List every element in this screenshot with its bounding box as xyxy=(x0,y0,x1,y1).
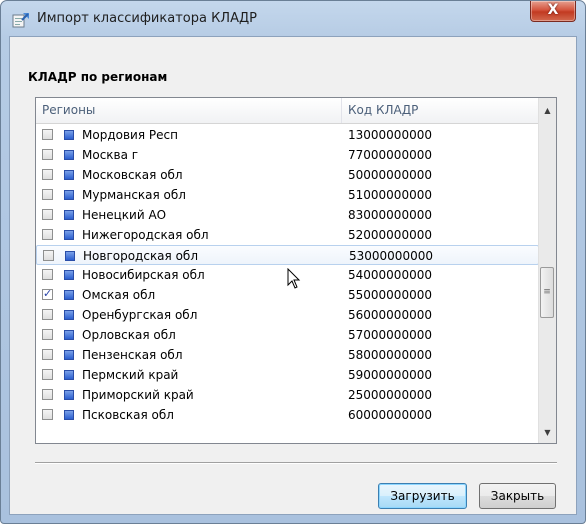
blue-square-icon xyxy=(64,150,74,160)
region-name: Пензенская обл xyxy=(82,348,183,362)
blue-square-icon xyxy=(64,350,74,360)
kladr-code: 59000000000 xyxy=(348,368,432,382)
list-item[interactable]: Новгородская обл 53000000000 xyxy=(36,245,539,265)
scroll-down-icon[interactable]: ▼ xyxy=(539,424,556,441)
blue-square-icon xyxy=(64,410,74,420)
grip-icon: ≡ xyxy=(543,287,551,297)
blue-square-icon xyxy=(64,190,74,200)
close-button[interactable]: Закрыть xyxy=(479,483,556,509)
import-app-icon xyxy=(12,13,29,28)
region-name: Москва г xyxy=(82,148,139,162)
column-header-kladr-code[interactable]: Код КЛАДР xyxy=(341,98,545,123)
region-checkbox[interactable] xyxy=(42,209,53,220)
region-checkbox[interactable] xyxy=(42,269,53,280)
blue-square-icon xyxy=(64,170,74,180)
blue-square-icon xyxy=(64,310,74,320)
region-checkbox[interactable] xyxy=(42,169,53,180)
kladr-code: 50000000000 xyxy=(348,168,432,182)
region-name: Новгородская обл xyxy=(83,249,198,263)
blue-square-icon xyxy=(64,290,74,300)
region-checkbox[interactable] xyxy=(42,129,53,140)
list-item[interactable]: Москва г 77000000000 xyxy=(36,145,539,165)
kladr-code: 53000000000 xyxy=(349,249,433,263)
region-name: Приморский край xyxy=(82,388,194,402)
kladr-code: 25000000000 xyxy=(348,388,432,402)
region-checkbox[interactable] xyxy=(42,309,53,320)
list-item[interactable]: Приморский край 25000000000 xyxy=(36,385,539,405)
region-checkbox[interactable] xyxy=(42,409,53,420)
title-bar[interactable]: Импорт классификатора КЛАДР X xyxy=(1,1,585,37)
list-item[interactable]: Пермский край 59000000000 xyxy=(36,365,539,385)
region-checkbox[interactable] xyxy=(42,149,53,160)
blue-square-icon xyxy=(64,130,74,140)
kladr-code: 83000000000 xyxy=(348,208,432,222)
kladr-code: 55000000000 xyxy=(348,288,432,302)
window-title: Импорт классификатора КЛАДР xyxy=(37,11,257,26)
scroll-up-icon[interactable]: ▲ xyxy=(539,102,556,119)
region-name: Московская обл xyxy=(82,168,183,182)
kladr-code: 52000000000 xyxy=(348,228,432,242)
list-item[interactable]: Пензенская обл 58000000000 xyxy=(36,345,539,365)
kladr-code: 51000000000 xyxy=(348,188,432,202)
kladr-code: 54000000000 xyxy=(348,268,432,282)
region-name: Мурманская обл xyxy=(82,188,186,202)
region-checkbox[interactable] xyxy=(42,229,53,240)
close-window-button[interactable]: X xyxy=(530,1,576,22)
blue-square-icon xyxy=(65,251,75,261)
region-checkbox[interactable] xyxy=(42,369,53,380)
kladr-code: 13000000000 xyxy=(348,128,432,142)
list-item[interactable]: Нижегородская обл 52000000000 xyxy=(36,225,539,245)
list-item[interactable]: Московская обл 50000000000 xyxy=(36,165,539,185)
column-header-regions[interactable]: Регионы xyxy=(42,98,95,123)
region-name: Мордовия Респ xyxy=(82,128,178,142)
arrow-cursor-icon xyxy=(287,268,301,289)
blue-square-icon xyxy=(64,390,74,400)
region-name: Омская обл xyxy=(82,288,156,302)
load-button[interactable]: Загрузить xyxy=(378,483,467,509)
blue-square-icon xyxy=(64,210,74,220)
list-item[interactable]: Орловская обл 57000000000 xyxy=(36,325,539,345)
checkmark-icon: ✓ xyxy=(43,287,53,300)
blue-square-icon xyxy=(64,270,74,280)
kladr-code: 77000000000 xyxy=(348,148,432,162)
kladr-code: 56000000000 xyxy=(348,308,432,322)
region-name: Оренбургская обл xyxy=(82,308,198,322)
region-checkbox[interactable] xyxy=(42,349,53,360)
region-name: Ненецкий АО xyxy=(82,208,167,222)
region-checkbox[interactable] xyxy=(42,329,53,340)
region-name: Пермский край xyxy=(82,368,179,382)
blue-square-icon xyxy=(64,230,74,240)
kladr-code: 57000000000 xyxy=(348,328,432,342)
list-item[interactable]: Ненецкий АО 83000000000 xyxy=(36,205,539,225)
list-item[interactable]: Псковская обл 60000000000 xyxy=(36,405,539,425)
region-name: Орловская обл xyxy=(82,328,176,342)
kladr-code: 60000000000 xyxy=(348,408,432,422)
region-checkbox[interactable] xyxy=(42,189,53,200)
vertical-scrollbar[interactable]: ▲ ≡ ▼ xyxy=(538,98,556,443)
region-name: Псковская обл xyxy=(82,408,174,422)
list-header: Регионы Код КЛАДР xyxy=(36,98,539,124)
close-icon: X xyxy=(547,2,559,18)
region-checkbox[interactable] xyxy=(43,250,54,261)
region-name: Нижегородская обл xyxy=(82,228,209,242)
list-item[interactable]: Мурманская обл 51000000000 xyxy=(36,185,539,205)
list-item[interactable]: Оренбургская обл 56000000000 xyxy=(36,305,539,325)
region-name: Новосибирская обл xyxy=(82,268,205,282)
scrollbar-thumb[interactable]: ≡ xyxy=(540,267,554,318)
blue-square-icon xyxy=(64,330,74,340)
separator-line xyxy=(35,462,557,464)
blue-square-icon xyxy=(64,370,74,380)
list-item[interactable]: Мордовия Респ 13000000000 xyxy=(36,125,539,145)
region-checkbox[interactable] xyxy=(42,389,53,400)
region-checkbox[interactable]: ✓ xyxy=(42,287,53,300)
kladr-code: 58000000000 xyxy=(348,348,432,362)
section-title: КЛАДР по регионам xyxy=(28,70,168,84)
